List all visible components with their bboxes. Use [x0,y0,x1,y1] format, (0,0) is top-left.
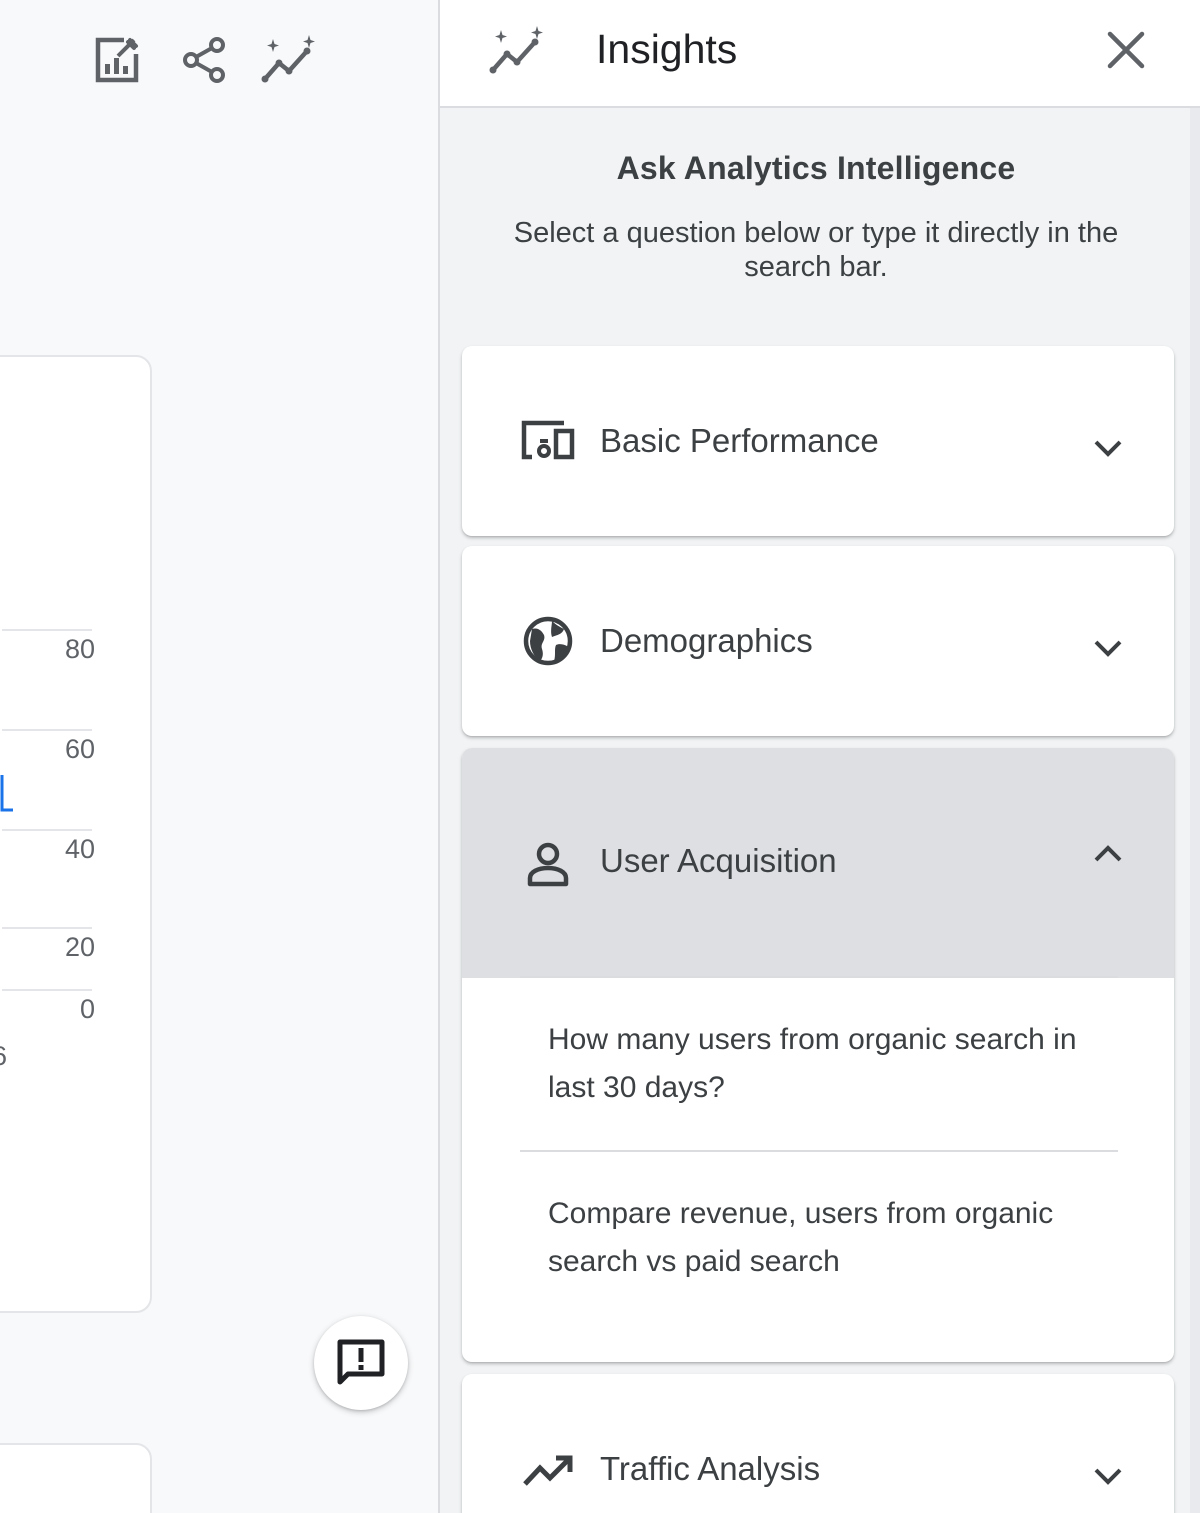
divider [520,976,1118,978]
panel-title: Insights [596,26,738,72]
insights-panel: Insights Ask Analytics Intelligence Sele… [438,0,1200,1513]
x-tick-label: 6 [0,1041,7,1071]
section-label: Traffic Analysis [600,1450,821,1487]
y-tick-label: 80 [65,634,95,664]
section-traffic-analysis[interactable]: Traffic Analysis [462,1374,1174,1513]
section-label: User Acquisition [600,842,837,879]
series-line [0,775,13,812]
trending-up-icon [520,1442,576,1498]
share-icon[interactable] [174,30,234,90]
section-header[interactable]: Demographics [462,546,1174,736]
intro-title: Ask Analytics Intelligence [616,150,1016,186]
person-icon [520,836,576,892]
insights-header: Insights [440,0,1200,108]
section-demographics[interactable]: Demographics [462,546,1174,736]
analytics-screen: 80 60 40 20 0 6 [0,0,1200,1513]
line-chart: 80 60 40 20 0 6 [0,629,95,1071]
suggested-question[interactable]: Compare revenue, users from organic sear… [548,1190,1108,1286]
chevron-down-icon [1088,428,1128,468]
secondary-card [0,1443,152,1513]
scrollbar[interactable] [1190,108,1200,1513]
insights-icon[interactable] [260,30,320,90]
section-user-acquisition[interactable]: User Acquisition How many users from org… [462,748,1174,1362]
intro-subtitle: Select a question below or type it direc… [513,217,1119,283]
section-basic-performance[interactable]: Basic Performance [462,346,1174,536]
insights-icon [486,22,550,80]
globe-icon [520,613,576,669]
report-area: 80 60 40 20 0 6 [0,0,438,1513]
section-header[interactable]: Basic Performance [462,346,1174,536]
y-tick-label: 40 [65,834,95,864]
chevron-down-icon [1088,628,1128,668]
chart-card: 80 60 40 20 0 6 [0,355,152,1313]
section-header[interactable]: User Acquisition [462,748,1174,978]
y-tick-label: 60 [65,734,95,764]
devices-icon [520,413,576,469]
section-label: Basic Performance [600,422,879,459]
chevron-up-icon [1088,834,1128,874]
chevron-down-icon [1088,1456,1128,1496]
y-tick-label: 20 [65,932,95,962]
divider [520,1150,1118,1152]
section-label: Demographics [600,622,813,659]
close-icon[interactable] [1098,22,1154,78]
feedback-icon [337,1339,385,1385]
y-tick-label: 0 [80,994,95,1024]
section-header[interactable]: Traffic Analysis [462,1374,1174,1513]
feedback-button[interactable] [314,1316,408,1410]
suggested-question[interactable]: How many users from organic search in la… [548,1016,1108,1112]
edit-report-icon[interactable] [86,30,146,90]
